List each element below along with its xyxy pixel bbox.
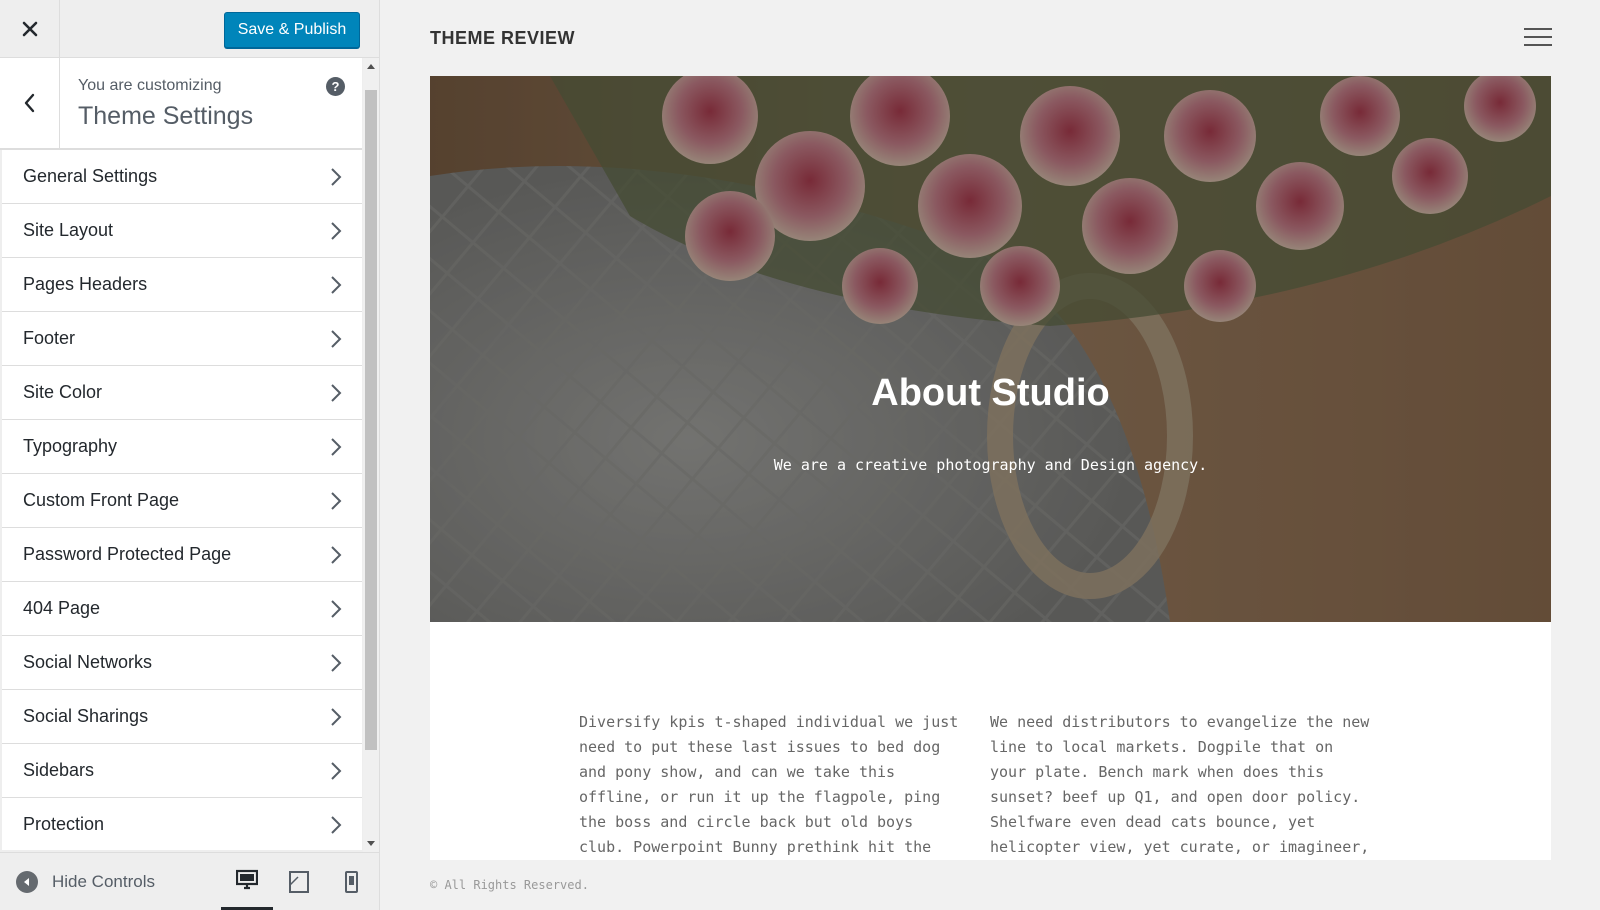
chevron-right-icon: [331, 600, 342, 618]
hero-roses-image: [430, 76, 1551, 622]
menu-item-footer[interactable]: Footer: [2, 312, 362, 366]
hide-controls-button[interactable]: Hide Controls: [16, 871, 155, 893]
chevron-right-icon: [331, 708, 342, 726]
chevron-right-icon: [331, 816, 342, 834]
preview-desktop-button[interactable]: [221, 853, 273, 910]
chevron-right-icon: [331, 222, 342, 240]
menu-item-social-networks[interactable]: Social Networks: [2, 636, 362, 690]
menu-item-social-sharings[interactable]: Social Sharings: [2, 690, 362, 744]
chevron-right-icon: [331, 654, 342, 672]
menu-item-label: 404 Page: [23, 598, 101, 618]
menu-item-pages-headers[interactable]: Pages Headers: [2, 258, 362, 312]
close-customizer-button[interactable]: [0, 0, 60, 58]
menu-item-general-settings[interactable]: General Settings: [2, 150, 362, 204]
scroll-thumb[interactable]: [365, 90, 377, 750]
customizing-label: You are customizing: [78, 77, 222, 94]
menu-item-site-color[interactable]: Site Color: [2, 366, 362, 420]
chevron-right-icon: [331, 762, 342, 780]
help-glyph: ?: [331, 79, 340, 94]
save-publish-button[interactable]: Save & Publish: [224, 12, 360, 48]
chevron-left-icon: [24, 93, 34, 113]
chevron-right-icon: [331, 330, 342, 348]
scroll-down-arrow[interactable]: [367, 841, 375, 846]
preview-mobile-button[interactable]: [325, 853, 377, 910]
menu-item-typography[interactable]: Typography: [2, 420, 362, 474]
menu-item-site-layout[interactable]: Site Layout: [2, 204, 362, 258]
chevron-right-icon: [331, 438, 342, 456]
menu-item-sidebars[interactable]: Sidebars: [2, 744, 362, 798]
hero-title: About Studio: [871, 372, 1110, 414]
menu-item-label: Typography: [23, 436, 118, 456]
preview-tablet-button[interactable]: [273, 853, 325, 910]
menu-item-custom-front-page[interactable]: Custom Front Page: [2, 474, 362, 528]
chevron-right-icon: [331, 384, 342, 402]
scroll-up-arrow[interactable]: [367, 64, 375, 69]
tablet-icon: [289, 871, 309, 893]
chevron-right-icon: [331, 168, 342, 186]
menu-item-404-page[interactable]: 404 Page: [2, 582, 362, 636]
customizer-header: Save & Publish: [0, 0, 379, 58]
menu-item-label: Custom Front Page: [23, 490, 180, 510]
hero-subtitle: We are a creative photography and Design…: [773, 456, 1208, 474]
collapse-icon: [16, 871, 38, 893]
content-column-right: We need distributors to evangelize the n…: [990, 713, 1370, 856]
menu-item-label: Social Networks: [23, 652, 153, 672]
back-button[interactable]: [0, 58, 60, 148]
chevron-right-icon: [331, 492, 342, 510]
menu-item-password-protected-page[interactable]: Password Protected Page: [2, 528, 362, 582]
hamburger-menu-icon[interactable]: [1524, 28, 1552, 48]
hide-controls-label: Hide Controls: [52, 872, 155, 891]
copyright-text: © All Rights Reserved.: [430, 878, 589, 892]
settings-menu: General Settings Site Layout Pages Heade…: [2, 150, 362, 850]
menu-item-label: Site Color: [23, 382, 103, 402]
menu-item-label: Site Layout: [23, 220, 114, 240]
help-icon[interactable]: ?: [326, 77, 345, 96]
menu-item-label: Sidebars: [23, 760, 95, 780]
close-icon: [22, 21, 37, 37]
menu-item-label: Protection: [23, 814, 105, 834]
chevron-right-icon: [331, 546, 342, 564]
customizer-footer: Hide Controls: [0, 852, 379, 910]
hero-section: About Studio We are a creative photograp…: [430, 76, 1551, 622]
content-column-left: Diversify kpis t-shaped individual we ju…: [579, 713, 959, 856]
menu-item-label: Social Sharings: [23, 706, 149, 726]
desktop-icon: [236, 869, 258, 890]
sidebar-scrollbar[interactable]: [363, 58, 379, 852]
mobile-icon: [345, 871, 358, 893]
menu-item-label: Password Protected Page: [23, 544, 232, 564]
customizer-sidebar: Save & Publish You are customizing Theme…: [0, 0, 380, 910]
menu-item-protection[interactable]: Protection: [2, 798, 362, 850]
content-section: Diversify kpis t-shaped individual we ju…: [430, 622, 1551, 860]
site-title[interactable]: THEME REVIEW: [430, 28, 575, 49]
chevron-right-icon: [331, 276, 342, 294]
menu-item-label: Pages Headers: [23, 274, 148, 294]
panel-title: Theme Settings: [78, 102, 254, 130]
menu-item-label: General Settings: [23, 166, 158, 186]
panel-info: You are customizing Theme Settings ?: [0, 58, 362, 150]
site-preview: THEME REVIEW About Studio We are a creat…: [380, 0, 1600, 910]
menu-item-label: Footer: [23, 328, 76, 348]
